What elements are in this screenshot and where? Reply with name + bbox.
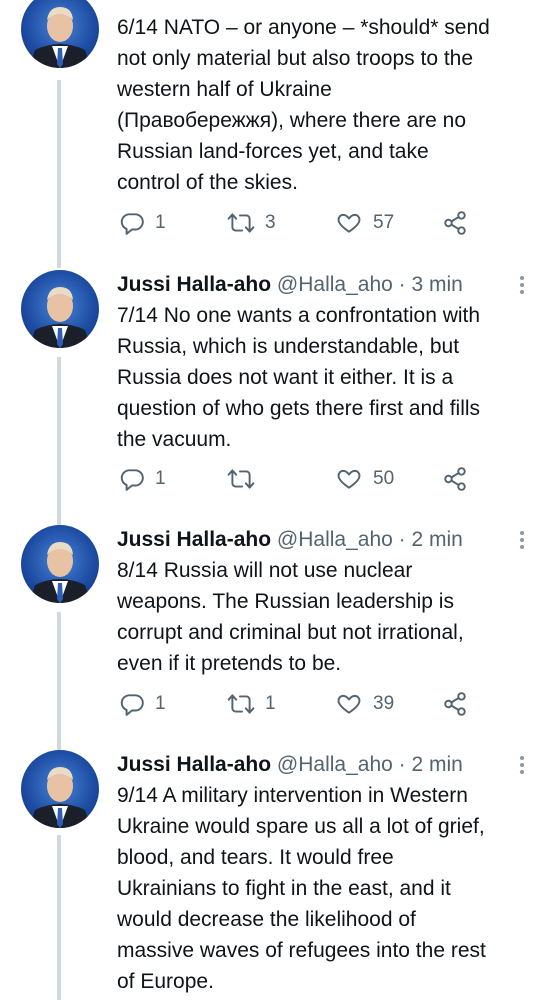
heart-icon [337,694,361,714]
thread-connector [57,612,61,750]
avatar[interactable] [21,270,99,348]
retweet-icon [227,469,255,489]
separator-dot: · [398,528,406,551]
retweet-button[interactable]: 3 [227,207,276,239]
like-count: 39 [373,693,395,714]
separator-dot: · [398,273,406,296]
tweet-header: Jussi Halla-aho @Halla_aho · 2 min [117,750,530,780]
author-handle[interactable]: @Halla_aho [277,753,393,776]
like-count: 57 [373,212,395,233]
thread-connector [57,357,61,525]
avatar[interactable] [21,0,99,68]
retweet-button[interactable] [227,463,265,495]
heart-icon [337,469,361,489]
thread-connector [57,80,61,268]
share-icon [444,211,466,235]
reply-icon [120,694,144,716]
retweet-button[interactable]: 1 [227,688,276,720]
author-name[interactable]: Jussi Halla-aho [117,753,271,776]
thread-connector [57,835,61,1000]
retweet-count: 1 [265,693,276,714]
tweet-text: 7/14 No one wants a confrontation with R… [117,304,481,451]
author-handle[interactable]: @Halla_aho [277,528,393,551]
tweet-actions: 1 50 [117,463,477,495]
like-button[interactable]: 50 [335,463,394,495]
reply-button[interactable]: 1 [119,463,166,495]
like-button[interactable]: 57 [335,207,394,239]
reply-count: 1 [155,212,166,233]
reply-count: 1 [155,693,166,714]
reply-count: 1 [155,468,166,489]
reply-button[interactable]: 1 [119,688,166,720]
share-icon [444,467,466,491]
more-icon[interactable] [514,529,530,551]
more-icon[interactable] [514,754,530,776]
more-icon[interactable] [514,274,530,296]
tweet-actions: 1 3 57 [117,207,477,239]
separator-dot: · [398,753,406,776]
reply-icon [120,469,144,491]
timestamp[interactable]: 2 min [411,528,462,551]
avatar[interactable] [21,750,99,828]
retweet-icon [227,213,255,233]
author-handle[interactable]: @Halla_aho [277,273,393,296]
tweet-actions: 1 1 39 [117,688,477,720]
tweet-text: 9/14 A military intervention in Western … [117,784,486,993]
tweet-text: 6/14 NATO – or anyone – *should* send no… [117,16,490,194]
share-button[interactable] [442,463,468,495]
author-name[interactable]: Jussi Halla-aho [117,528,271,551]
tweet-header: Jussi Halla-aho @Halla_aho · 2 min [117,525,530,555]
avatar[interactable] [21,525,99,603]
like-count: 50 [373,468,395,489]
tweet-header: Jussi Halla-aho @Halla_aho · 3 min [117,270,530,300]
share-button[interactable] [442,688,468,720]
tweet-text: 8/14 Russia will not use nuclear weapons… [117,559,464,675]
heart-icon [337,213,361,233]
retweet-icon [227,694,255,714]
share-icon [444,692,466,716]
timestamp[interactable]: 2 min [411,753,462,776]
timestamp[interactable]: 3 min [411,273,462,296]
author-name[interactable]: Jussi Halla-aho [117,273,271,296]
like-button[interactable]: 39 [335,688,394,720]
reply-button[interactable]: 1 [119,207,166,239]
reply-icon [120,213,144,235]
tweet-thread: 6/14 NATO – or anyone – *should* send no… [0,0,552,1000]
share-button[interactable] [442,207,468,239]
retweet-count: 3 [265,212,276,233]
